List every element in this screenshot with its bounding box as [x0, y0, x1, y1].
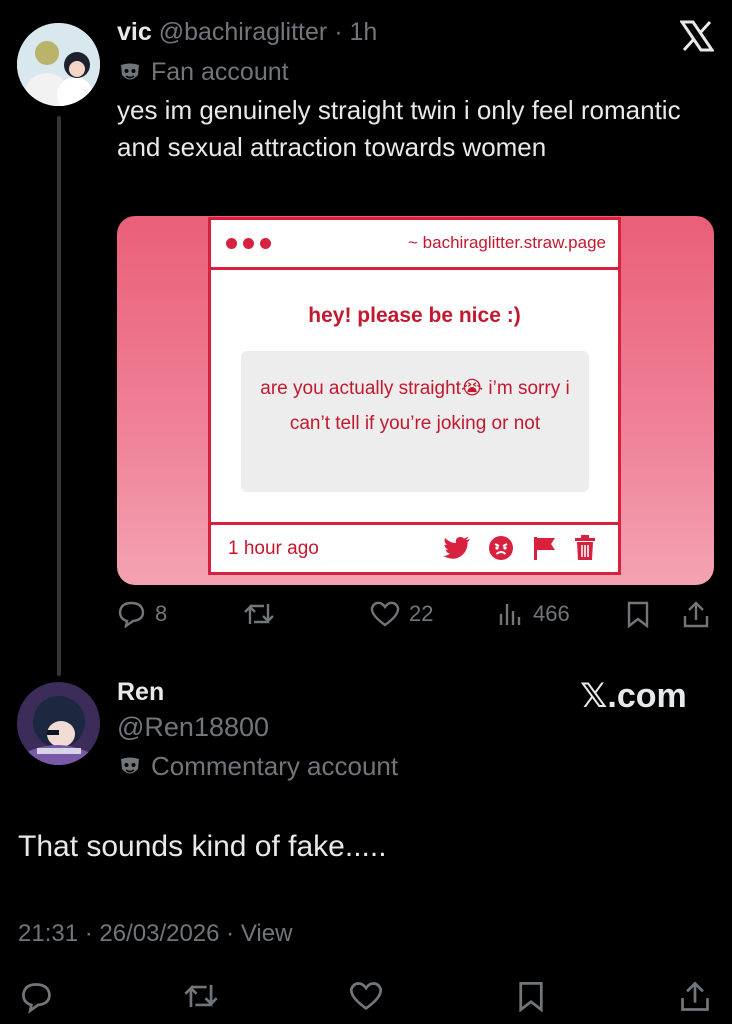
quote-account-label-text: Commentary account — [151, 751, 399, 781]
ask-card-url: ~ bachiraglitter.straw.page — [408, 233, 606, 252]
window-dot — [226, 238, 237, 249]
flag-icon — [531, 535, 557, 561]
retweet-button[interactable] — [242, 600, 284, 628]
quote-display-name[interactable]: Ren — [117, 678, 164, 707]
heart-icon[interactable] — [348, 980, 384, 1012]
share-button[interactable] — [681, 600, 711, 630]
ask-card-time: 1 hour ago — [228, 538, 319, 559]
ask-card-divider — [211, 522, 618, 525]
quote-meta[interactable]: 21:31 · 26/03/2026 · View — [18, 920, 292, 948]
reply-icon — [117, 600, 147, 628]
thread-line — [57, 116, 61, 676]
reply-icon[interactable] — [20, 980, 54, 1014]
timestamp[interactable]: · 1h — [334, 18, 377, 46]
like-button[interactable]: 22 — [369, 600, 433, 628]
avatar-vic[interactable] — [17, 23, 100, 106]
tweet-actions: 8 22 466 — [117, 600, 714, 636]
views-icon — [497, 600, 525, 628]
trash-icon — [574, 535, 596, 561]
ask-card-titlebar: ~ bachiraglitter.straw.page — [211, 220, 618, 270]
quote-handle[interactable]: @Ren18800 — [117, 712, 269, 743]
retweet-icon[interactable] — [182, 980, 220, 1012]
x-logo-icon — [680, 20, 714, 52]
ask-question-box: are you actually straight😭 i’m sorry i c… — [241, 351, 589, 492]
mask-icon — [117, 60, 143, 86]
handle[interactable]: @bachiraglitter — [159, 18, 328, 46]
avatar-ren[interactable] — [17, 682, 100, 765]
account-label-text: Fan account — [151, 58, 289, 86]
like-count: 22 — [409, 601, 434, 626]
heart-icon — [369, 600, 401, 628]
ask-card-icons — [443, 535, 596, 561]
reply-count: 8 — [155, 601, 168, 626]
tweet-header: vic @bachiraglitter · 1h — [117, 18, 377, 47]
tweet-text: yes im genuinely straight twin i only fe… — [117, 95, 681, 162]
quote-text: That sounds kind of fake..... — [18, 830, 387, 863]
share-icon — [681, 600, 711, 630]
ask-card: ~ bachiraglitter.straw.page hey! please … — [208, 217, 621, 575]
window-dot — [243, 238, 254, 249]
bookmark-button[interactable] — [625, 600, 651, 628]
bookmark-icon[interactable] — [516, 980, 546, 1012]
share-icon[interactable] — [678, 980, 712, 1014]
views-count: 466 — [533, 601, 570, 626]
reply-button[interactable]: 8 — [117, 600, 167, 628]
ask-question-text: are you actually straight😭 i’m sorry i c… — [260, 378, 570, 434]
window-dot — [260, 238, 271, 249]
bookmark-icon — [625, 600, 651, 628]
views-button[interactable]: 466 — [497, 600, 570, 628]
twitter-bird-icon — [443, 536, 471, 560]
bottom-actions — [0, 980, 732, 1020]
ask-card-heading: hey! please be nice :) — [308, 304, 521, 327]
mask-icon — [117, 754, 143, 780]
account-label: Fan account — [117, 58, 289, 87]
retweet-icon — [242, 600, 276, 628]
angry-face-icon — [488, 535, 514, 561]
quote-account-label: Commentary account — [117, 751, 398, 782]
x-com-watermark: 𝕏.com — [580, 677, 687, 715]
display-name[interactable]: vic — [117, 18, 152, 46]
